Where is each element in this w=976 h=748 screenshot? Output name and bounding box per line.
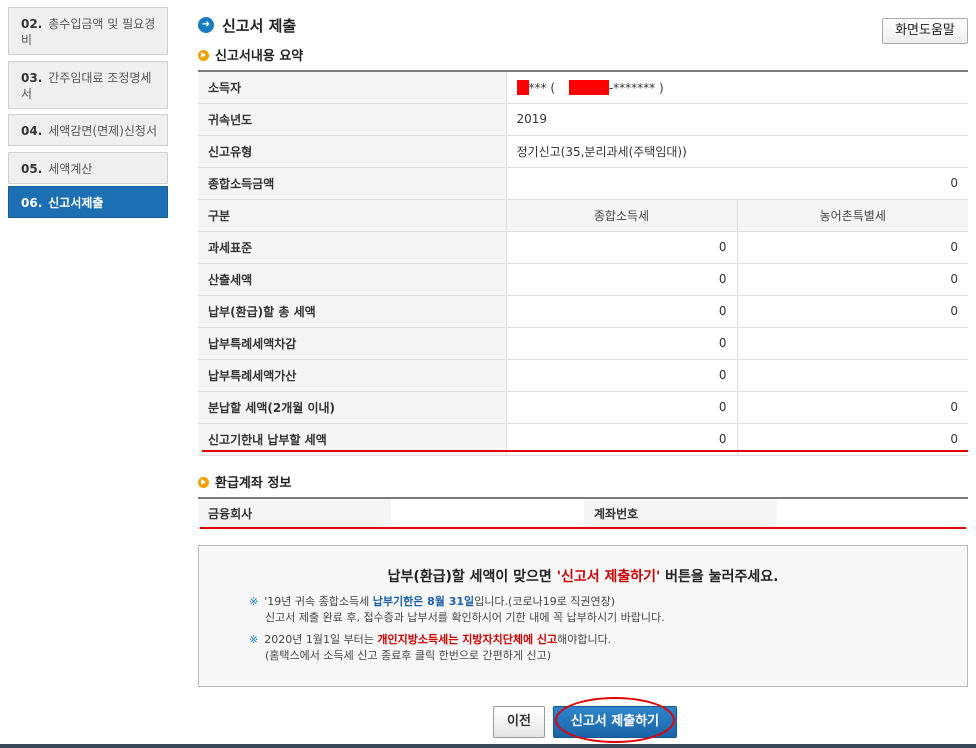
notice-note-deadline: ※ '19년 귀속 종합소득세 납부기한은 8월 31일입니다.(코로나19로 직… [249, 594, 665, 626]
table-row: 납부(환급)할 총 세액 0 0 [198, 295, 968, 328]
rural-tax-value: 0 [737, 263, 968, 296]
type-value: 정기신고(35,분리과세(주택임대)) [506, 135, 968, 168]
rural-tax-value [737, 327, 968, 360]
table-header-row: 구분 종합소득세 농어촌특별세 [198, 199, 968, 232]
step-number: 04. [21, 124, 43, 138]
table-row: 귀속년도 2019 [198, 103, 968, 136]
note-emphasis: 납부기한은 [372, 595, 424, 608]
row-label: 분납할 세액(2개월 이내) [198, 391, 507, 424]
income-tax-value: 0 [506, 359, 738, 392]
taxpayer-label: 소득자 [198, 71, 507, 104]
note-text: '19년 귀속 종합소득세 [264, 595, 373, 608]
step-06-submit-return[interactable]: 06. 신고서제출 [8, 186, 168, 218]
table-row: 종합소득금액 0 [198, 167, 968, 200]
section-title-text: 신고서내용 요약 [215, 49, 304, 64]
asterisk-icon: ※ [249, 595, 259, 608]
account-label: 계좌번호 [584, 498, 777, 529]
notice-text: 납부(환급)할 세액이 맞으면 [387, 569, 557, 585]
income-tax-value: 0 [506, 231, 738, 264]
income-tax-value: 0 [506, 295, 738, 328]
table-row: 분납할 세액(2개월 이내) 0 0 [198, 391, 968, 424]
arrow-right-icon: ➜ [198, 17, 214, 33]
note-emphasis: 지방자치단체에 신고 [458, 633, 558, 646]
bullet-icon [198, 477, 209, 488]
note-text: 2020년 1월1일 부터는 [264, 633, 378, 646]
note-text: (홈택스에서 소득세 신고 종료후 클릭 한번으로 간편하게 신고) [265, 649, 552, 662]
table-row: 과세표준 0 0 [198, 231, 968, 264]
income-tax-value: 0 [506, 391, 738, 424]
bottom-bar [0, 744, 976, 748]
bank-value [391, 498, 584, 529]
redaction-mark [568, 79, 609, 95]
bullet-icon [198, 50, 209, 61]
income-label: 종합소득금액 [198, 167, 507, 200]
annotation-underline [202, 450, 968, 452]
refund-section-title: 환급계좌 정보 [198, 472, 292, 491]
table-row: 금융회사 계좌번호 [198, 498, 968, 529]
step-02-income-expenses[interactable]: 02. 총수입금액 및 필요경비 [8, 7, 168, 55]
step-04-tax-reduction[interactable]: 04. 세액감면(면제)신청서 [8, 114, 168, 146]
table-row: 신고유형 정기신고(35,분리과세(주택임대)) [198, 135, 968, 168]
note-text: 입니다.(코로나19로 직권연장) [474, 595, 616, 608]
account-value [777, 498, 968, 529]
step-number: 02. [21, 17, 43, 31]
notice-text: 버튼을 눌러주세요. [660, 569, 779, 585]
column-label: 구분 [198, 199, 507, 232]
rural-tax-value [737, 359, 968, 392]
rural-tax-value: 0 [737, 391, 968, 424]
step-03-deemed-rent[interactable]: 03. 간주임대료 조정명세서 [8, 61, 168, 109]
notice-headline: 납부(환급)할 세액이 맞으면 '신고서 제출하기' 버튼을 눌러주세요. [199, 566, 967, 586]
type-label: 신고유형 [198, 135, 507, 168]
note-emphasis: 개인지방소득세는 [377, 633, 459, 646]
step-label: 세액계산 [48, 162, 93, 176]
note-emphasis: 8월 31일 [423, 595, 475, 608]
rural-tax-value: 0 [737, 295, 968, 328]
row-label: 납부특례세액가산 [198, 359, 507, 392]
step-number: 03. [21, 71, 43, 85]
table-row: 소득자 *** ( -******* ) [198, 71, 968, 104]
income-tax-value: 0 [506, 263, 738, 296]
bank-label: 금융회사 [198, 498, 391, 529]
notice-highlight: '신고서 제출하기' [556, 569, 661, 585]
table-row: 산출세액 0 0 [198, 263, 968, 296]
taxpayer-masked: *** ( [528, 80, 556, 95]
column-rural-tax: 농어촌특별세 [737, 199, 968, 232]
table-row: 납부특례세액차감 0 [198, 327, 968, 360]
annotation-circle [555, 697, 675, 743]
table-row: 납부특례세액가산 0 [198, 359, 968, 392]
rural-tax-value: 0 [737, 231, 968, 264]
summary-section-title: 신고서내용 요약 [198, 45, 304, 64]
summary-table: 소득자 *** ( -******* ) 귀속년도 2019 신고유형 정기신고… [198, 70, 968, 456]
refund-account-table: 금융회사 계좌번호 [198, 497, 968, 529]
step-number: 05. [21, 162, 43, 176]
row-label: 납부(환급)할 총 세액 [198, 295, 507, 328]
note-text: 신고서 제출 완료 후, 접수증과 납부서를 확인하시어 기한 내에 꼭 납부하… [265, 611, 665, 624]
previous-button[interactable]: 이전 [493, 706, 545, 738]
help-button[interactable]: 화면도움말 [882, 18, 968, 44]
notice-box: 납부(환급)할 세액이 맞으면 '신고서 제출하기' 버튼을 눌러주세요. ※ '… [198, 545, 968, 687]
step-label: 세액감면(면제)신청서 [48, 124, 157, 138]
annotation-underline [200, 527, 966, 529]
row-label: 과세표준 [198, 231, 507, 264]
row-label: 산출세액 [198, 263, 507, 296]
year-value: 2019 [506, 103, 968, 136]
taxpayer-value: *** ( -******* ) [506, 71, 968, 104]
income-tax-value: 0 [506, 327, 738, 360]
page-header: ➜ 신고서 제출 화면도움말 [198, 15, 968, 44]
notice-note-local-tax: ※ 2020년 1월1일 부터는 개인지방소득세는 지방자치단체에 신고해야합니다… [249, 632, 611, 664]
asterisk-icon: ※ [249, 633, 259, 646]
step-05-tax-calculation[interactable]: 05. 세액계산 [8, 152, 168, 184]
year-label: 귀속년도 [198, 103, 507, 136]
step-number: 06. [21, 196, 43, 210]
step-label: 신고서제출 [48, 196, 104, 210]
taxpayer-id-masked: -******* ) [608, 80, 664, 95]
income-value: 0 [506, 167, 968, 200]
redaction-mark [516, 79, 529, 95]
page-title: 신고서 제출 [222, 17, 297, 35]
column-income-tax: 종합소득세 [506, 199, 738, 232]
section-title-text: 환급계좌 정보 [215, 476, 292, 491]
note-text: 해야합니다. [557, 633, 612, 646]
row-label: 납부특례세액차감 [198, 327, 507, 360]
